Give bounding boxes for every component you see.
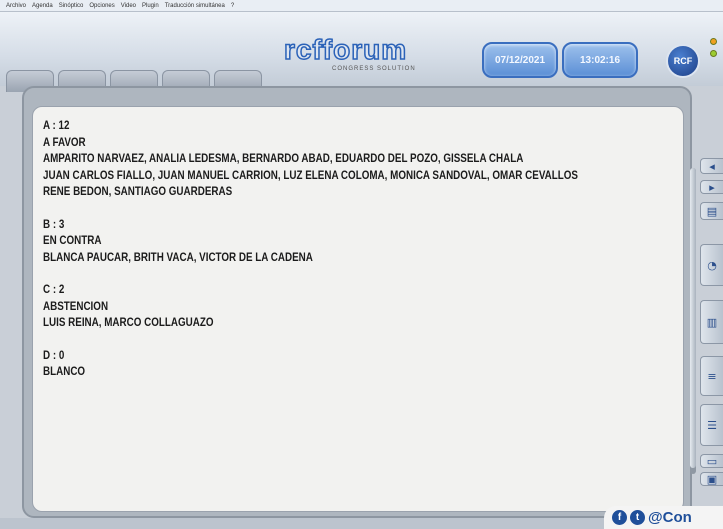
menu-item-traduccion[interactable]: Traducción simultánea	[165, 3, 225, 9]
vote-option-c: C : 2 ABSTENCION LUIS REINA, MARCO COLLA…	[43, 281, 673, 331]
vote-results-panel: A : 12 A FAVOR AMPARITO NARVAEZ, ANALIA …	[32, 106, 684, 512]
scrollbar-thumb[interactable]	[690, 168, 696, 468]
logo-text: rcfforum	[283, 33, 408, 66]
main-frame: A : 12 A FAVOR AMPARITO NARVAEZ, ANALIA …	[22, 86, 692, 518]
menu-item-help[interactable]: ?	[231, 3, 234, 9]
time-display: 13:02:16	[562, 42, 638, 78]
option-count: A : 12	[43, 118, 70, 132]
option-label: ABSTENCION	[43, 298, 109, 313]
member-list-line: RENE BEDON, SANTIAGO GUARDERAS	[43, 184, 233, 198]
option-count: C : 2	[43, 282, 65, 296]
option-count: B : 3	[43, 216, 65, 231]
document-icon[interactable]: ▤	[700, 202, 723, 220]
option-label: A FAVOR	[43, 134, 86, 149]
menu-item-agenda[interactable]: Agenda	[32, 3, 53, 9]
monitor-icon[interactable]: ▣	[700, 472, 723, 486]
vote-option-a: A : 12 A FAVOR AMPARITO NARVAEZ, ANALIA …	[43, 117, 673, 200]
vote-option-b: B : 3 EN CONTRA BLANCA PAUCAR, BRITH VAC…	[43, 216, 673, 266]
menu-item-opciones[interactable]: Opciones	[89, 3, 114, 9]
vote-option-d: D : 0 BLANCO	[43, 347, 673, 380]
option-label: BLANCO	[43, 364, 86, 378]
bar-chart-icon[interactable]: ▥	[700, 300, 723, 344]
member-list-line: LUIS REINA, MARCO COLLAGUAZO	[43, 315, 214, 329]
vertical-scrollbar[interactable]	[690, 168, 696, 474]
watermark: f t @Con	[604, 506, 723, 529]
right-toolbar: ◂ ▸ ▤ ◔ ▥ ≡ ☰ ▭ ▣	[698, 158, 723, 498]
rcf-logo-button[interactable]: RCF	[666, 44, 700, 78]
menu-bar: Archivo Agenda Sinóptico Opciones Video …	[0, 0, 723, 12]
status-indicator-green	[710, 50, 717, 57]
list-detail-icon[interactable]: ☰	[700, 404, 723, 446]
member-list-line: AMPARITO NARVAEZ, ANALIA LEDESMA, BERNAR…	[43, 151, 524, 165]
watermark-text: @Con	[648, 509, 692, 526]
arrow-right-icon[interactable]: ▸	[700, 180, 723, 194]
twitter-icon: t	[630, 510, 645, 525]
option-label: EN CONTRA	[43, 233, 102, 247]
menu-item-sinoptico[interactable]: Sinóptico	[59, 3, 84, 9]
option-count: D : 0	[43, 347, 65, 362]
member-list-line: BLANCA PAUCAR, BRITH VACA, VICTOR DE LA …	[43, 249, 313, 264]
date-display: 07/12/2021	[482, 42, 558, 78]
display-icon[interactable]: ▭	[700, 454, 723, 468]
logo-subtitle: CONGRESS SOLUTION	[332, 66, 416, 72]
list-icon[interactable]: ≡	[700, 356, 723, 396]
member-list-line: JUAN CARLOS FIALLO, JUAN MANUEL CARRION,…	[43, 167, 578, 182]
menu-item-archivo[interactable]: Archivo	[6, 3, 26, 9]
app-logo: rcfforum CONGRESS SOLUTION	[283, 33, 474, 78]
menu-item-plugin[interactable]: Plugin	[142, 3, 159, 9]
arrow-left-icon[interactable]: ◂	[700, 158, 723, 174]
clock-icon[interactable]: ◔	[700, 244, 723, 286]
header-bar: rcfforum CONGRESS SOLUTION 07/12/2021 13…	[0, 12, 723, 92]
facebook-icon: f	[612, 510, 627, 525]
status-indicator-orange	[710, 38, 717, 45]
menu-item-video[interactable]: Video	[121, 3, 136, 9]
